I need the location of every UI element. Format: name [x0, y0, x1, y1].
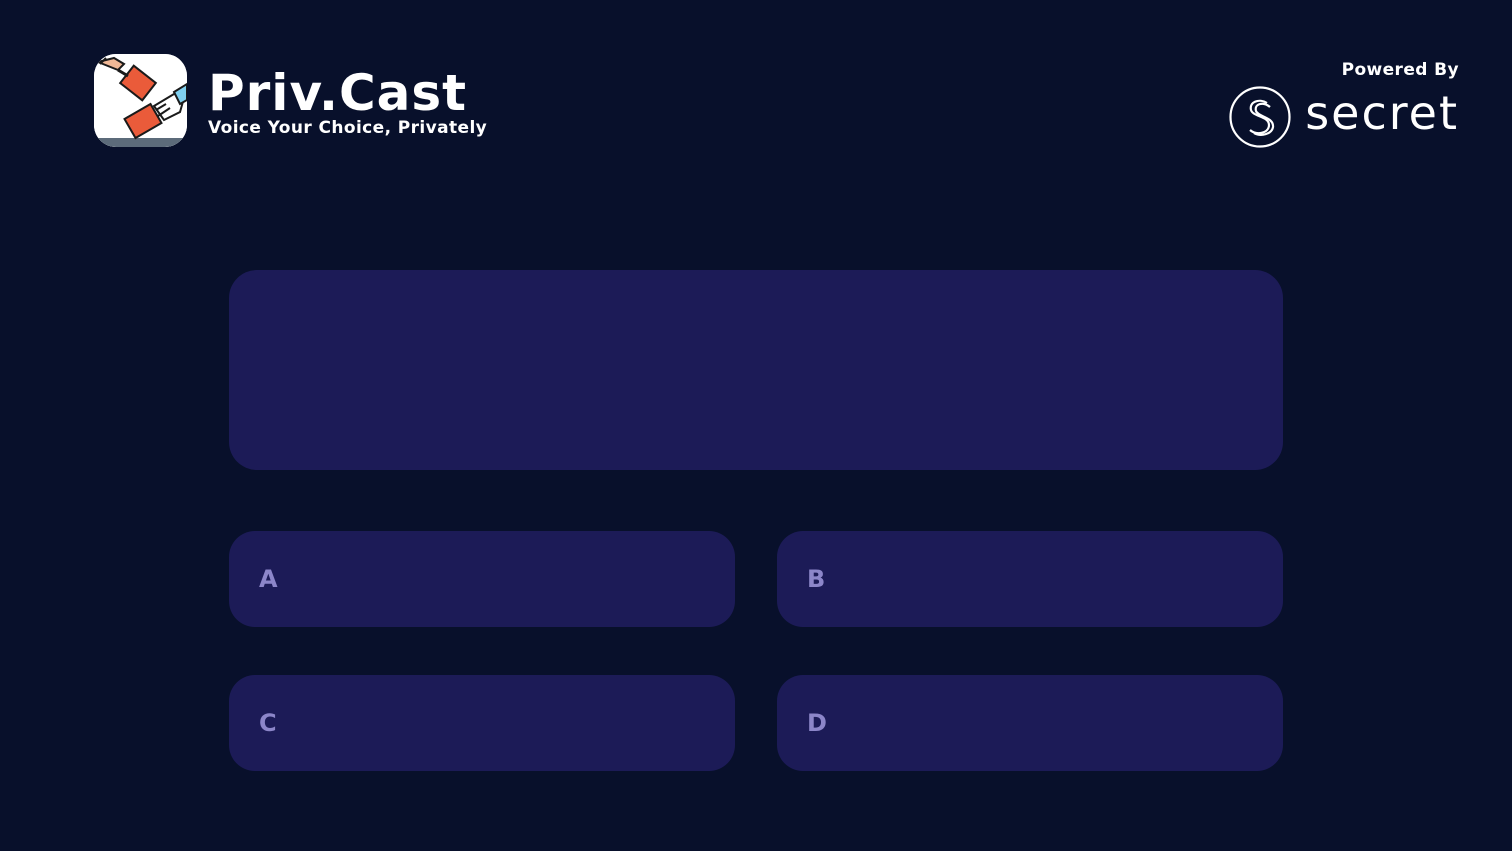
brand-text: Priv.Cast Voice Your Choice, Privately [208, 66, 487, 138]
option-letter: B [807, 565, 826, 593]
powered-by: Powered By secret [1229, 60, 1459, 148]
app-tagline: Voice Your Choice, Privately [208, 117, 488, 138]
powered-by-label: Powered By [1341, 60, 1459, 80]
secret-brand: secret [1229, 78, 1459, 148]
secret-wordmark: secret [1305, 86, 1459, 140]
option-letter: D [807, 709, 827, 737]
brand-header: Priv.Cast Voice Your Choice, Privately [94, 54, 487, 147]
option-a-button[interactable]: A [229, 531, 735, 627]
option-letter: A [259, 565, 278, 593]
question-card [229, 270, 1283, 470]
page: Priv.Cast Voice Your Choice, Privately P… [0, 0, 1512, 851]
secret-network-icon [1229, 86, 1291, 148]
option-c-button[interactable]: C [229, 675, 735, 771]
ballot-hands-icon [94, 54, 187, 147]
app-title: Priv.Cast [208, 63, 468, 122]
option-b-button[interactable]: B [777, 531, 1283, 627]
option-letter: C [259, 709, 277, 737]
option-d-button[interactable]: D [777, 675, 1283, 771]
